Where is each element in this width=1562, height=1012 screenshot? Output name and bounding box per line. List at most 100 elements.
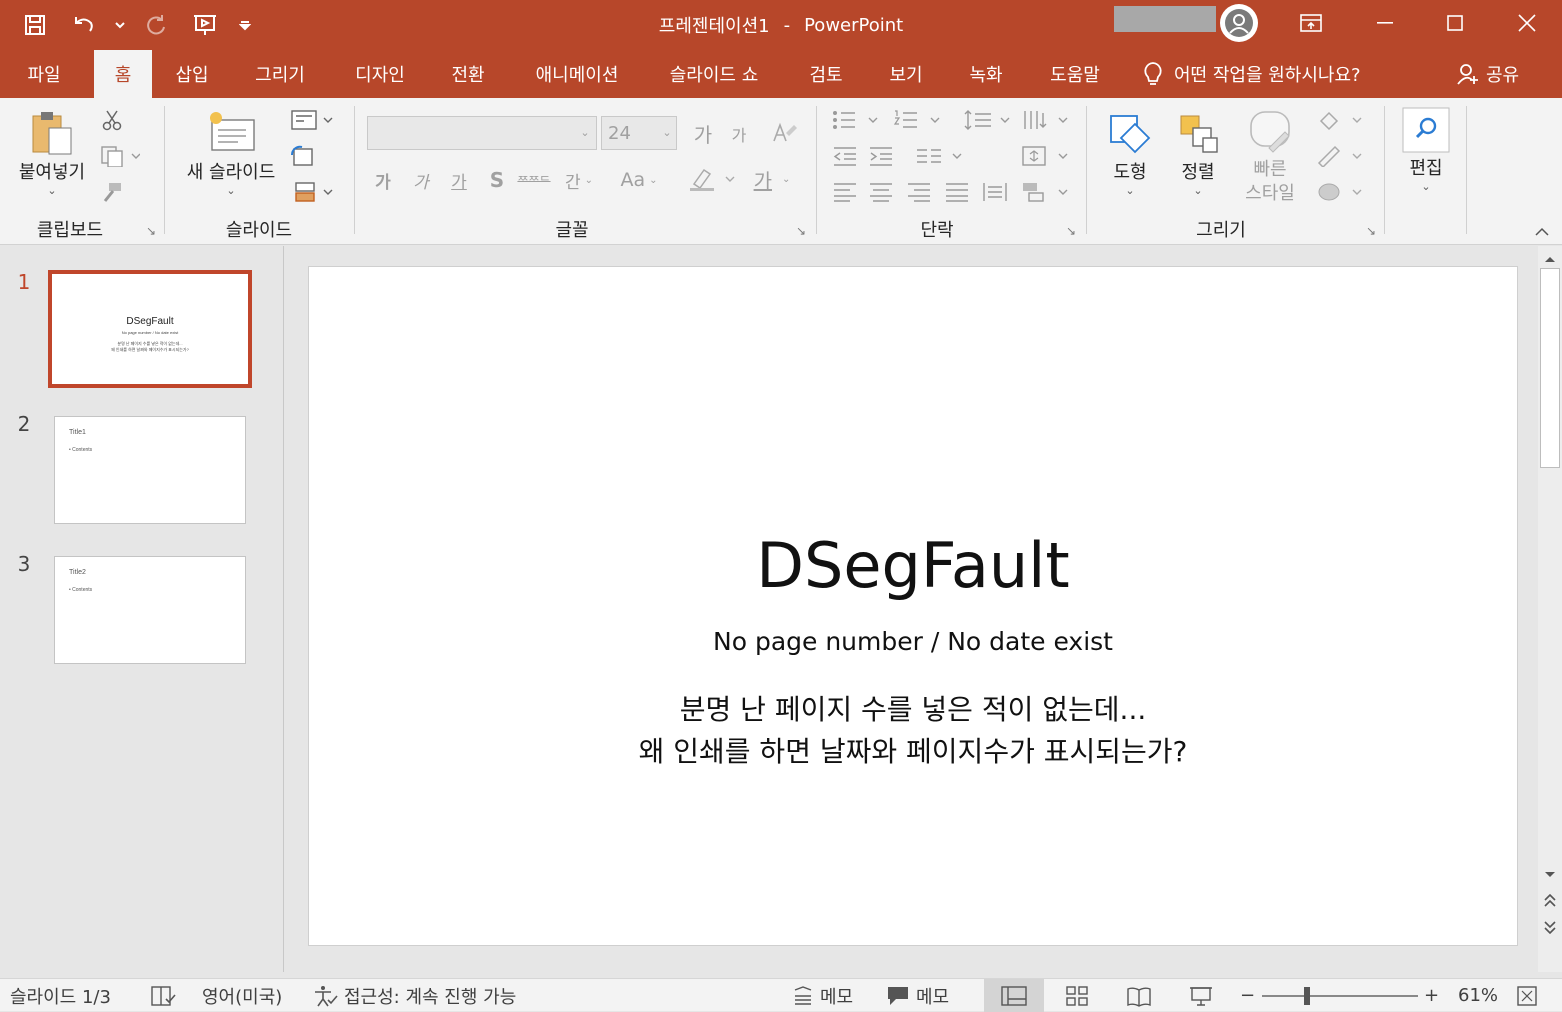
bold-button[interactable]: 가	[370, 166, 396, 194]
zoom-slider-thumb[interactable]	[1304, 987, 1310, 1005]
new-slide-button[interactable]: 새 슬라이드 ⌄	[178, 108, 284, 197]
tab-record[interactable]: 녹화	[956, 50, 1016, 98]
share-button[interactable]: 공유	[1456, 50, 1519, 98]
font-name-combobox[interactable]	[367, 116, 597, 150]
tab-design[interactable]: 디자인	[340, 50, 420, 98]
format-painter-icon[interactable]	[98, 178, 126, 206]
slide-thumbnail-2[interactable]: Title1 • Contents	[54, 416, 246, 524]
slide-sorter-button[interactable]	[1062, 979, 1092, 1012]
paste-button[interactable]: 붙여넣기 ⌄	[12, 108, 92, 197]
vertical-scrollbar[interactable]	[1538, 246, 1562, 972]
align-left-icon[interactable]	[830, 178, 860, 206]
change-case-button[interactable]: Aa ⌄	[614, 166, 664, 194]
distributed-icon[interactable]	[980, 178, 1010, 206]
tab-file[interactable]: 파일	[14, 50, 74, 98]
line-spacing-icon[interactable]	[962, 106, 1012, 134]
undo-icon[interactable]	[66, 8, 100, 42]
decrease-indent-icon[interactable]	[830, 142, 860, 170]
maximize-button[interactable]	[1420, 0, 1490, 46]
account-name[interactable]	[1114, 6, 1216, 32]
redo-icon[interactable]	[140, 8, 174, 42]
numbering-icon[interactable]	[892, 106, 942, 134]
bullets-icon[interactable]	[830, 106, 880, 134]
customize-qat-icon[interactable]	[236, 8, 254, 42]
font-launcher-icon[interactable]: ↘	[796, 224, 810, 238]
shadow-button[interactable]: S	[484, 166, 510, 194]
tab-view[interactable]: 보기	[876, 50, 936, 98]
next-slide-icon[interactable]	[1540, 916, 1560, 938]
paste-dropdown-icon[interactable]: ⌄	[47, 184, 56, 197]
editing-button[interactable]: 편집 ⌄	[1396, 106, 1456, 193]
tab-review[interactable]: 검토	[796, 50, 856, 98]
spell-check-icon[interactable]	[150, 979, 176, 1012]
collapse-ribbon-icon[interactable]	[1530, 222, 1554, 242]
italic-button[interactable]: 가	[408, 166, 434, 194]
notes-button[interactable]: 메모	[792, 979, 853, 1012]
normal-view-button[interactable]	[984, 979, 1044, 1012]
shapes-button[interactable]: 도형 ⌄	[1098, 108, 1162, 197]
shape-effects-icon[interactable]	[1314, 178, 1364, 206]
font-color-button[interactable]: 가 ⌄	[746, 164, 798, 194]
slideshow-view-button[interactable]	[1186, 979, 1216, 1012]
clipboard-launcher-icon[interactable]: ↘	[146, 224, 160, 238]
shape-outline-icon[interactable]	[1314, 142, 1364, 170]
zoom-in-button[interactable]: +	[1424, 979, 1439, 1012]
smartart-icon[interactable]	[1020, 178, 1070, 206]
save-icon[interactable]	[18, 8, 52, 42]
slide-subtitle[interactable]: No page number / No date exist	[309, 627, 1517, 656]
font-name-dropdown-icon[interactable]: ⌄	[578, 122, 592, 142]
tab-home[interactable]: 홈	[94, 50, 152, 98]
avatar[interactable]	[1220, 4, 1258, 42]
increase-indent-icon[interactable]	[866, 142, 896, 170]
scroll-up-icon[interactable]	[1540, 248, 1560, 270]
fit-to-window-button[interactable]	[1516, 979, 1538, 1012]
drawing-launcher-icon[interactable]: ↘	[1366, 224, 1380, 238]
undo-dropdown-icon[interactable]	[114, 8, 126, 42]
paragraph-launcher-icon[interactable]: ↘	[1066, 224, 1080, 238]
reset-slide-icon[interactable]	[288, 142, 316, 170]
zoom-out-button[interactable]: −	[1240, 979, 1255, 1012]
character-spacing-button[interactable]: 간 ⌄	[556, 166, 602, 194]
justify-icon[interactable]	[942, 178, 972, 206]
minimize-button[interactable]	[1350, 0, 1420, 46]
zoom-slider-track[interactable]	[1262, 995, 1418, 997]
tab-draw[interactable]: 그리기	[240, 50, 320, 98]
tab-transitions[interactable]: 전환	[438, 50, 498, 98]
tab-insert[interactable]: 삽입	[162, 50, 222, 98]
columns-icon[interactable]	[914, 142, 964, 170]
editing-dropdown-icon[interactable]: ⌄	[1421, 180, 1430, 193]
shrink-font-button[interactable]: 가	[726, 120, 752, 148]
reading-view-button[interactable]	[1124, 979, 1154, 1012]
layout-icon[interactable]	[288, 106, 336, 134]
arrange-button[interactable]: 정렬 ⌄	[1166, 108, 1230, 197]
ribbon-display-options-button[interactable]	[1276, 0, 1346, 46]
accessibility-checker[interactable]: 접근성: 계속 진행 가능	[312, 979, 516, 1012]
tab-animations[interactable]: 애니메이션	[518, 50, 636, 98]
underline-button[interactable]: 가	[446, 166, 472, 194]
clear-formatting-icon[interactable]	[768, 118, 800, 148]
highlight-color-button[interactable]	[686, 164, 738, 194]
font-size-dropdown-icon[interactable]: ⌄	[660, 122, 674, 142]
shape-fill-icon[interactable]	[1314, 106, 1364, 134]
align-right-icon[interactable]	[904, 178, 934, 206]
grow-font-button[interactable]: 가	[688, 118, 718, 148]
scroll-down-icon[interactable]	[1540, 864, 1560, 886]
slide-title[interactable]: DSegFault	[309, 529, 1517, 602]
tell-me-search[interactable]: 어떤 작업을 원하시나요?	[1142, 50, 1361, 98]
copy-icon[interactable]	[98, 142, 142, 170]
slide-body[interactable]: 분명 난 페이지 수를 넣은 적이 없는데... 왜 인쇄를 하면 날짜와 페이…	[309, 689, 1517, 773]
strikethrough-button[interactable]: ᄍᄍᄃ	[516, 166, 552, 194]
language-indicator[interactable]: 영어(미국)	[202, 979, 282, 1012]
scrollbar-thumb[interactable]	[1540, 268, 1560, 468]
slide-thumbnail-1[interactable]: DSegFault No page number / No date exist…	[48, 270, 252, 388]
text-direction-icon[interactable]	[1020, 106, 1070, 134]
zoom-level[interactable]: 61%	[1458, 979, 1498, 1012]
slide-canvas[interactable]: DSegFault No page number / No date exist…	[308, 266, 1518, 946]
comments-button[interactable]: 메모	[886, 979, 949, 1012]
section-icon[interactable]	[288, 178, 336, 206]
start-from-beginning-icon[interactable]	[188, 8, 222, 42]
tab-slideshow[interactable]: 슬라이드 쇼	[654, 50, 774, 98]
shapes-dropdown-icon[interactable]: ⌄	[1125, 184, 1134, 197]
close-button[interactable]	[1492, 0, 1562, 46]
cut-icon[interactable]	[98, 106, 126, 134]
